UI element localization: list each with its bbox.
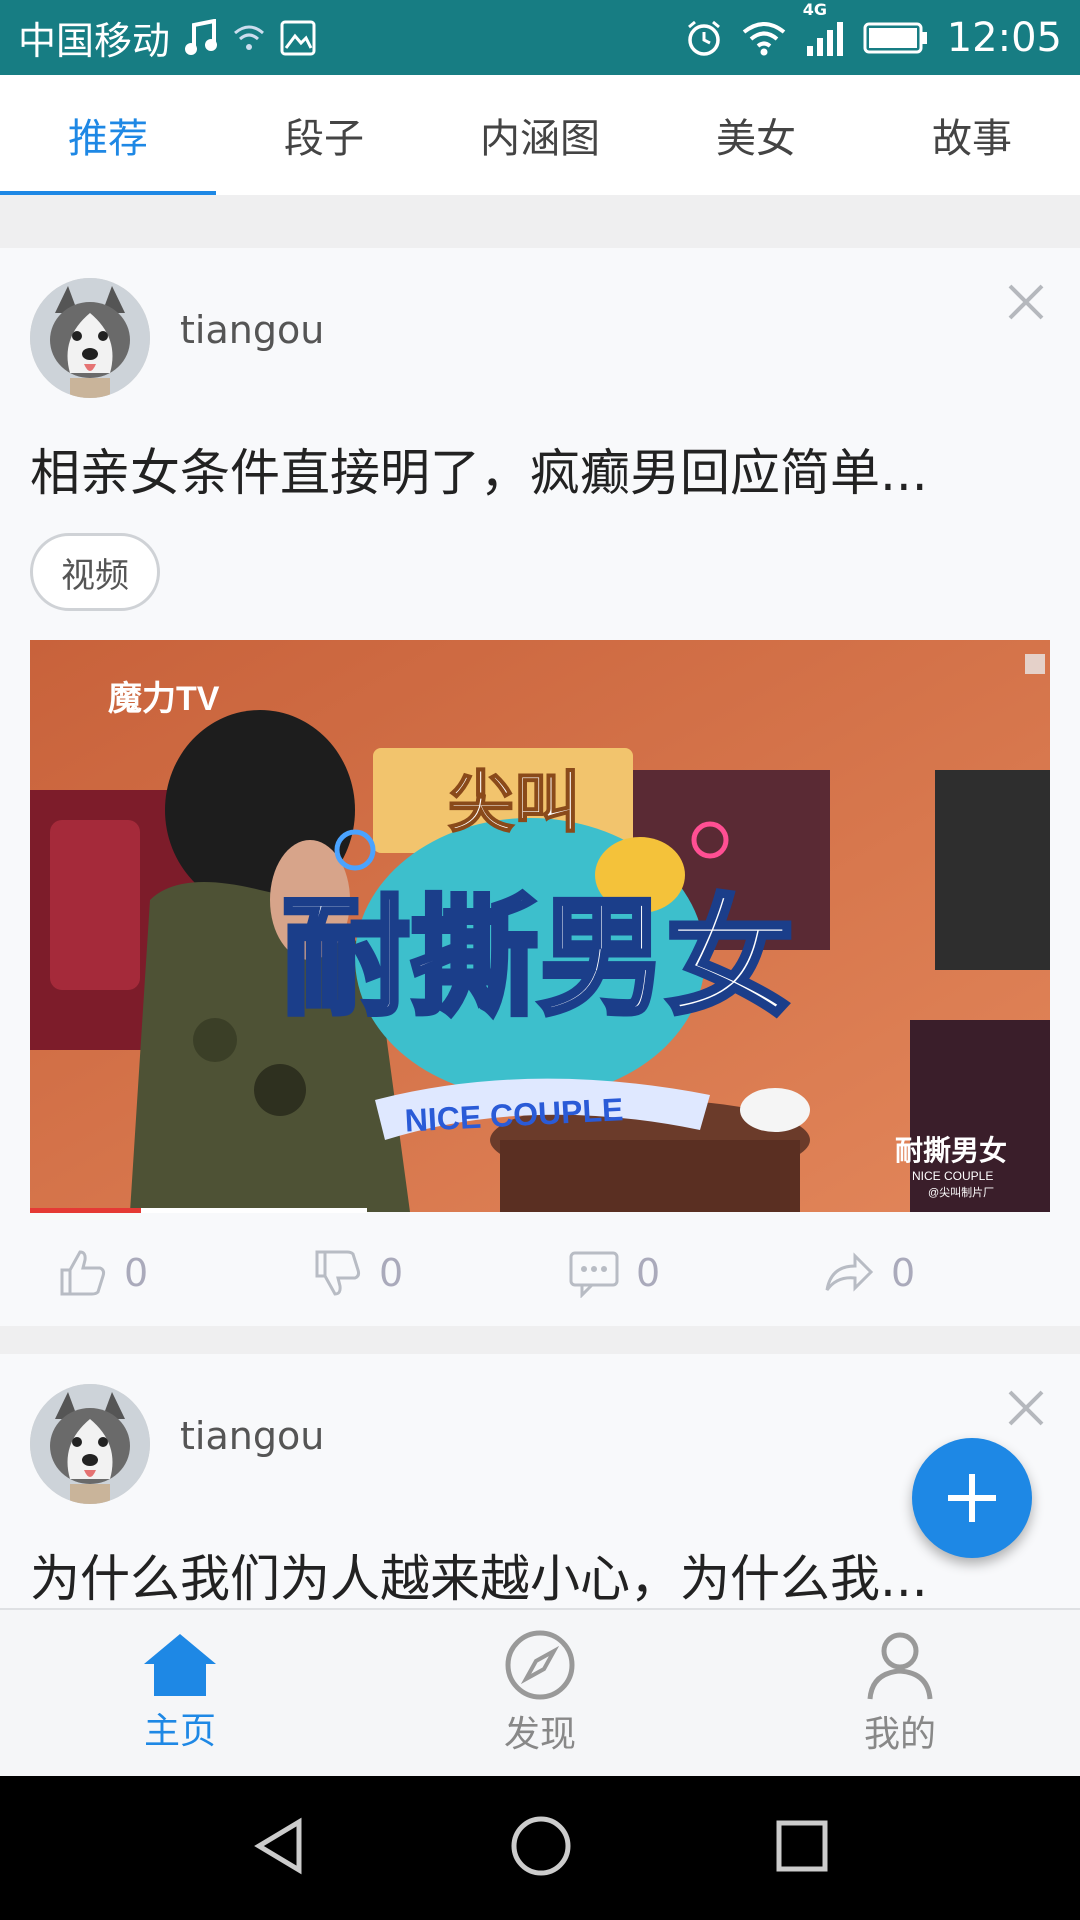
close-icon[interactable] (1004, 280, 1048, 324)
category-tabs: 推荐 段子 内涵图 美女 故事 (0, 75, 1080, 195)
network-type: 4G (802, 0, 827, 19)
alarm-icon (685, 19, 723, 57)
tab-stories[interactable]: 故事 (864, 75, 1080, 195)
share-icon (825, 1252, 874, 1292)
avatar[interactable] (30, 278, 150, 398)
carrier-name: 中国移动 (18, 19, 171, 63)
comment-button[interactable]: 0 (568, 1228, 660, 1318)
user-icon (867, 1632, 933, 1700)
video-logo-top: 尖叫 (448, 765, 580, 839)
battery-icon (863, 21, 929, 55)
post-actions: 0 0 0 0 (0, 1228, 1080, 1318)
tab-recommend[interactable]: 推荐 (0, 75, 216, 195)
nav-profile[interactable]: 我的 (720, 1610, 1080, 1776)
wifi-question-icon (232, 23, 266, 53)
image-icon (280, 20, 316, 56)
nav-discover[interactable]: 发现 (360, 1610, 720, 1776)
music-icon (184, 18, 218, 57)
plus-icon (948, 1474, 996, 1522)
video-watermark: 魔力TV (108, 680, 220, 718)
video-corner-sub: NICE COUPLE (912, 1169, 993, 1183)
dislike-count: 0 (379, 1251, 404, 1295)
username[interactable]: tiangou (180, 308, 324, 352)
post-card: tiangou 相亲女条件直接明了，疯癫男回应简单... 视频 魔力TV 尖叫 … (0, 248, 1080, 1326)
bottom-navigation: 主页 发现 我的 (0, 1608, 1080, 1776)
tag-video[interactable]: 视频 (30, 533, 160, 611)
like-button[interactable]: 0 (58, 1228, 148, 1318)
video-corner-credit: @尖叫制片厂 (928, 1186, 994, 1199)
nav-home-label: 主页 (143, 1711, 216, 1752)
avatar[interactable] (30, 1384, 150, 1504)
home-button-icon[interactable] (510, 1815, 572, 1881)
home-icon (144, 1634, 216, 1696)
system-navigation-bar (0, 1776, 1080, 1920)
share-count: 0 (891, 1251, 916, 1295)
recent-apps-icon[interactable] (775, 1819, 829, 1877)
tab-jokes[interactable]: 段子 (216, 75, 432, 195)
video-progress-fill (30, 1208, 142, 1213)
like-count: 0 (124, 1251, 149, 1295)
wifi-icon (741, 20, 787, 56)
video-logo-main: 耐撕男女 (282, 887, 794, 1030)
add-post-button[interactable] (912, 1438, 1032, 1558)
video-player[interactable]: 魔力TV 尖叫 耐撕男女 NICE COUPLE 耐撕男女 NICE COUPL… (30, 640, 1050, 1212)
thumbs-up-icon (60, 1250, 106, 1296)
dislike-button[interactable]: 0 (313, 1228, 403, 1318)
close-icon[interactable] (1004, 1386, 1048, 1430)
status-bar: 中国移动 4G 12:05 (0, 0, 1080, 75)
share-button[interactable]: 0 (823, 1228, 915, 1318)
username[interactable]: tiangou (180, 1414, 324, 1458)
comment-count: 0 (636, 1251, 661, 1295)
cellular-signal-icon: 4G (803, 0, 845, 58)
thumbs-down-icon (315, 1250, 361, 1296)
nav-discover-label: 发现 (503, 1714, 576, 1755)
nav-profile-label: 我的 (863, 1714, 936, 1755)
video-progress-bar[interactable] (30, 1208, 367, 1213)
clock-time: 12:05 (946, 14, 1062, 61)
comment-icon (569, 1251, 619, 1298)
post-title[interactable]: 相亲女条件直接明了，疯癫男回应简单... (30, 433, 1040, 505)
nav-home[interactable]: 主页 (0, 1610, 360, 1776)
video-corner-title: 耐撕男女 (895, 1134, 1007, 1166)
back-icon[interactable] (251, 1816, 307, 1880)
post-title[interactable]: 为什么我们为人越来越小心，为什么我... (30, 1539, 1040, 1611)
compass-icon (505, 1630, 575, 1700)
tab-funny-pics[interactable]: 内涵图 (432, 75, 648, 195)
tab-beauty[interactable]: 美女 (648, 75, 864, 195)
